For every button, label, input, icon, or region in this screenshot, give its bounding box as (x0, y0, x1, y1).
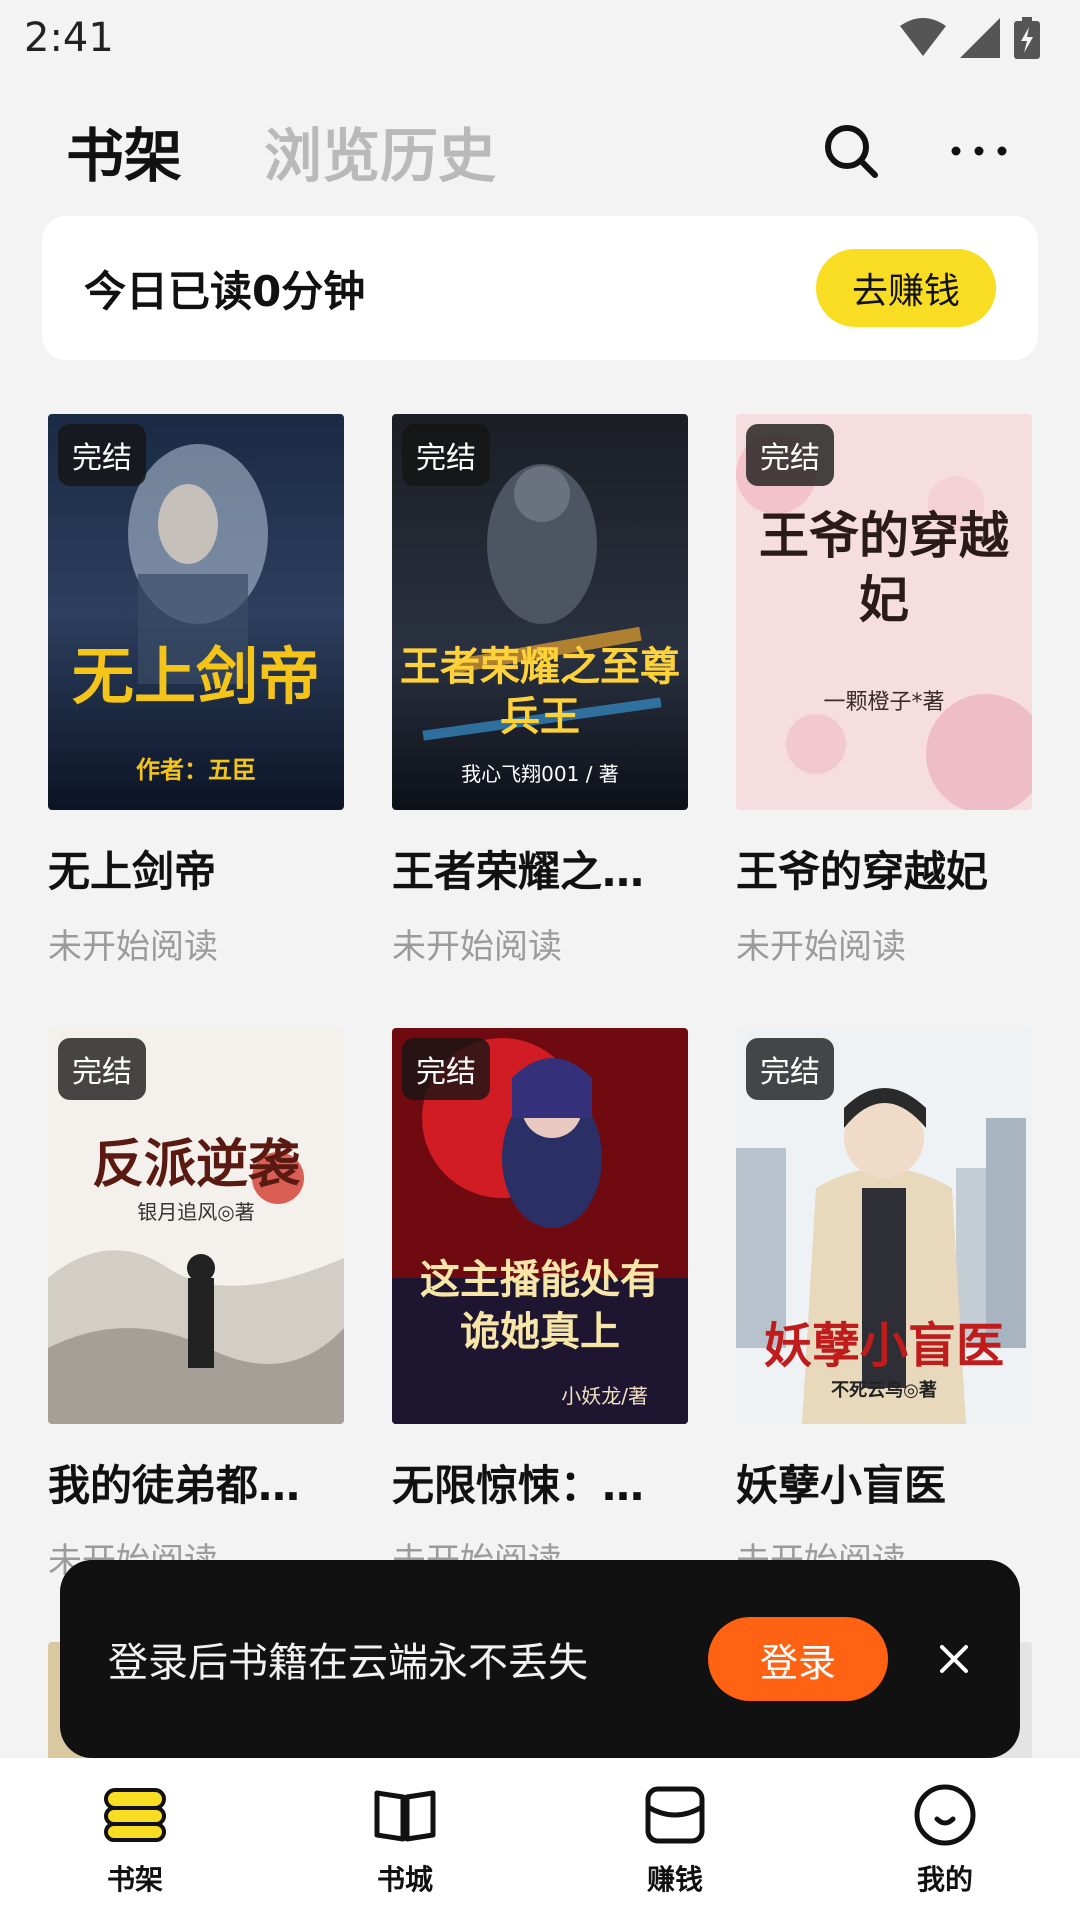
completed-badge: 完结 (402, 424, 490, 486)
reading-time-card: 今日已读0分钟 去赚钱 (42, 216, 1038, 360)
book-title[interactable]: 妖孽小盲医 (736, 1452, 1032, 1513)
book-status: 未开始阅读 (736, 927, 906, 967)
header-actions (816, 116, 1014, 186)
login-button[interactable]: 登录 (708, 1617, 888, 1701)
bottom-nav: 书架 书城 赚钱 我的 (0, 1758, 1080, 1920)
cover-title: 反派逆袭 (91, 1134, 300, 1195)
book-title[interactable]: 王者荣耀之… (392, 838, 688, 899)
book-cover[interactable]: 妖孽小盲医 不死云鸟◎著 完结 (736, 1028, 1032, 1424)
book-item[interactable]: 反派逆袭 银月追风◎著 完结 我的徒弟都… 未开始阅读 (48, 1028, 344, 1582)
book-cover[interactable]: 王爷的穿越妃 一颗橙子*著 完结 (736, 414, 1032, 810)
login-prompt-text: 登录后书籍在云端永不丢失 (108, 1640, 588, 1686)
bookshelf-icon (100, 1780, 170, 1850)
nav-label: 书城 (376, 1863, 433, 1896)
header: 书架 浏览历史 (0, 96, 1080, 206)
nav-item-bookstore[interactable]: 书城 (270, 1758, 540, 1920)
status-icons (900, 17, 1040, 59)
completed-badge: 完结 (746, 1038, 834, 1100)
cover-title: 无上剑帝 (71, 640, 320, 713)
book-cover[interactable]: 无上剑帝 作者：五臣 完结 (48, 414, 344, 810)
nav-item-bookshelf[interactable]: 书架 (0, 1758, 270, 1920)
cover-author: 作者：五臣 (136, 756, 256, 784)
book-cover[interactable]: 反派逆袭 银月追风◎著 完结 (48, 1028, 344, 1424)
nav-label: 我的 (916, 1863, 973, 1896)
close-icon[interactable] (934, 1639, 974, 1679)
nav-item-earn[interactable]: 赚钱 (540, 1758, 810, 1920)
completed-badge: 完结 (402, 1038, 490, 1100)
tab-history[interactable]: 浏览历史 (264, 109, 496, 193)
envelope-icon (640, 1780, 710, 1850)
book-item[interactable]: 无上剑帝 作者：五臣 完结 无上剑帝 未开始阅读 (48, 414, 344, 968)
nav-item-profile[interactable]: 我的 (810, 1758, 1080, 1920)
book-cover[interactable]: 王者荣耀之至尊兵王 我心飞翔001 / 著 完结 (392, 414, 688, 810)
earn-money-button[interactable]: 去赚钱 (816, 249, 996, 327)
completed-badge: 完结 (58, 1038, 146, 1100)
login-prompt-banner: 登录后书籍在云端永不丢失 登录 (60, 1560, 1020, 1758)
book-title[interactable]: 王爷的穿越妃 (736, 838, 1032, 899)
cover-author: 一颗橙子*著 (823, 690, 945, 715)
status-time: 2:41 (24, 15, 114, 61)
reading-time-text: 今日已读0分钟 (84, 266, 366, 316)
cover-title: 这主播能处有诡她真上 (420, 1256, 660, 1355)
cover-author: 银月追风◎著 (137, 1200, 255, 1224)
smile-icon (910, 1780, 980, 1850)
book-status: 未开始阅读 (48, 927, 218, 967)
cover-author: 小妖龙/著 (561, 1384, 648, 1408)
book-title[interactable]: 无限惊悚：… (392, 1452, 688, 1513)
more-icon[interactable] (944, 116, 1014, 186)
cover-title: 王者荣耀之至尊兵王 (400, 644, 680, 740)
nav-label: 赚钱 (646, 1863, 703, 1896)
book-item[interactable]: 这主播能处有诡她真上 小妖龙/著 完结 无限惊悚：… 未开始阅读 (392, 1028, 688, 1582)
book-item[interactable]: 妖孽小盲医 不死云鸟◎著 完结 妖孽小盲医 未开始阅读 (736, 1028, 1032, 1582)
search-icon[interactable] (816, 116, 886, 186)
cover-title: 王爷的穿越妃 (759, 506, 1009, 629)
status-bar: 2:41 (0, 0, 1080, 76)
book-status: 未开始阅读 (392, 927, 562, 967)
completed-badge: 完结 (746, 424, 834, 486)
nav-label: 书架 (106, 1863, 163, 1896)
completed-badge: 完结 (58, 424, 146, 486)
book-cover[interactable]: 这主播能处有诡她真上 小妖龙/著 完结 (392, 1028, 688, 1424)
cover-author: 不死云鸟◎著 (831, 1380, 937, 1401)
signal-icon (960, 18, 1000, 58)
book-title[interactable]: 无上剑帝 (48, 838, 344, 899)
book-title[interactable]: 我的徒弟都… (48, 1452, 344, 1513)
book-item[interactable]: 王者荣耀之至尊兵王 我心飞翔001 / 著 完结 王者荣耀之… 未开始阅读 (392, 414, 688, 968)
battery-charging-icon (1014, 17, 1040, 59)
book-open-icon (370, 1780, 440, 1850)
book-item[interactable]: 王爷的穿越妃 一颗橙子*著 完结 王爷的穿越妃 未开始阅读 (736, 414, 1032, 968)
cover-title: 妖孽小盲医 (763, 1318, 1004, 1374)
tab-bookshelf[interactable]: 书架 (66, 109, 182, 193)
cover-author: 我心飞翔001 / 著 (461, 762, 619, 786)
wifi-icon (900, 18, 946, 58)
